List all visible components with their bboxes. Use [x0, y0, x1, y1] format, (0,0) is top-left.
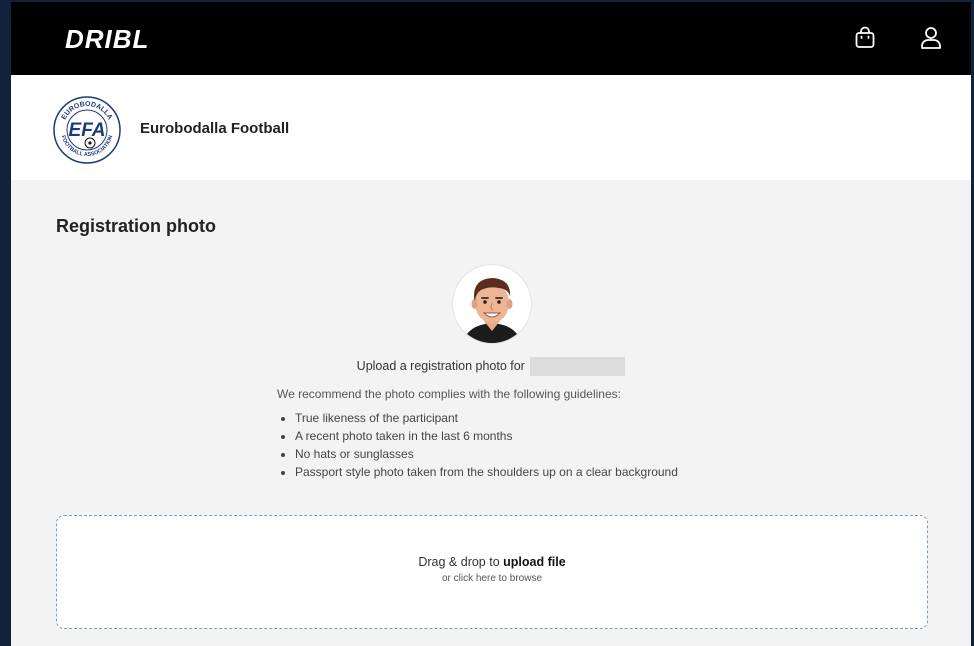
upload-prompt-text: Upload a registration photo for — [356, 358, 525, 373]
profile-avatar-placeholder — [453, 265, 531, 343]
organisation-name: Eurobodalla Football — [140, 120, 290, 137]
upload-prompt: Upload a registration photo for — [11, 357, 971, 376]
participant-name-redacted — [530, 357, 626, 376]
dribl-logo[interactable]: DRIBL — [65, 24, 149, 55]
user-icon[interactable] — [918, 25, 944, 51]
guideline-item: True likeness of the participant — [295, 409, 678, 427]
organisation-header: EUROBODALLA FOOTBALL ASSOCIATION EFA Eur… — [11, 75, 971, 180]
section-title: Registration photo — [56, 216, 216, 236]
logo-letters: EFA — [69, 120, 106, 141]
guideline-item: No hats or sunglasses — [295, 445, 678, 463]
guidelines-intro: We recommend the photo complies with the… — [277, 387, 621, 401]
dropzone-main-text: Drag & drop to upload file — [57, 555, 927, 569]
efa-logo: EUROBODALLA FOOTBALL ASSOCIATION EFA — [53, 96, 121, 164]
dropzone-subtext: or click here to browse — [441, 573, 543, 584]
dropzone-upload-link[interactable]: upload file — [503, 555, 566, 569]
guideline-item: Passport style photo taken from the shou… — [295, 463, 678, 481]
guidelines-list: True likeness of the participant A recen… — [277, 409, 678, 481]
app-window: DRIBL EUROBODALLA FOOTBALL ASSOCIATION E… — [11, 2, 971, 646]
dropzone-text-prefix: Drag & drop to — [418, 555, 500, 569]
guideline-item: A recent photo taken in the last 6 month… — [295, 427, 678, 445]
shopping-bag-icon[interactable] — [852, 25, 878, 51]
file-upload-dropzone[interactable]: Drag & drop to upload file or click here… — [56, 515, 928, 629]
top-navigation-bar: DRIBL — [11, 2, 971, 75]
